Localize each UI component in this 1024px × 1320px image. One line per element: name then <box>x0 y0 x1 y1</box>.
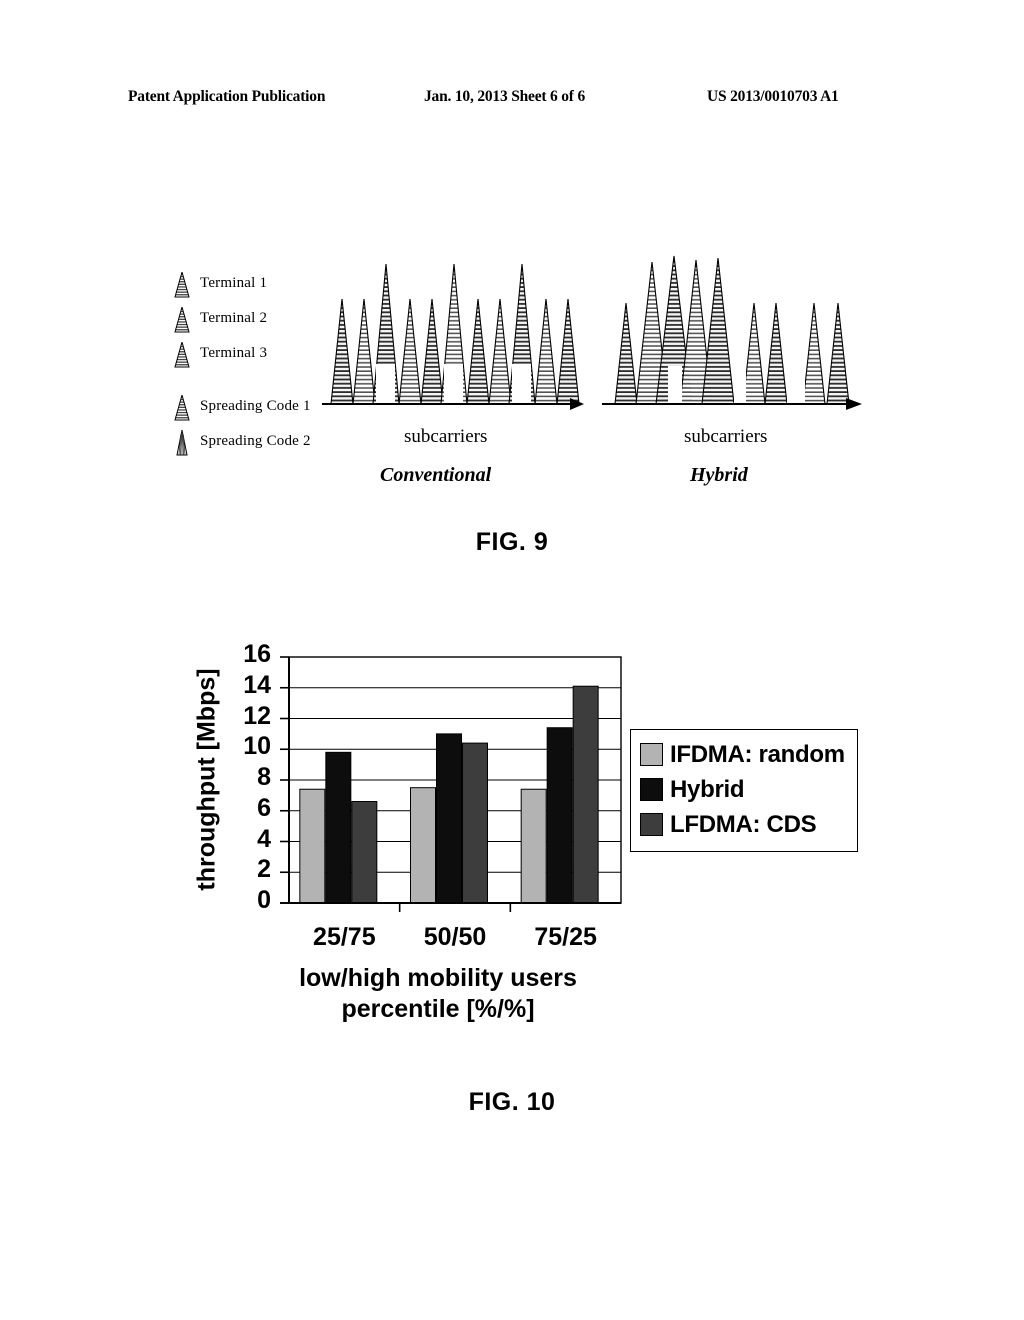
legend-swatch-icon <box>640 743 663 766</box>
legend-item-hybrid: Hybrid <box>640 772 848 807</box>
legend-label: LFDMA: CDS <box>670 810 817 838</box>
y-axis-tick-label: 2 <box>257 855 271 884</box>
y-axis-tick-label: 0 <box>257 886 271 914</box>
x-axis-tick-label: 75/25 <box>534 923 597 951</box>
y-axis-tick-label: 14 <box>243 670 271 699</box>
y-axis-tick-label: 4 <box>257 824 271 853</box>
x-axis-title-line-2: percentile [%/%] <box>341 994 535 1023</box>
x-axis-tick-label: 50/50 <box>423 923 487 951</box>
legend-item-lfdma-cds: LFDMA: CDS <box>640 807 848 842</box>
legend-item-ifdma-random: IFDMA: random <box>640 737 848 772</box>
y-axis-tick-label: 8 <box>257 763 271 791</box>
chart-legend: IFDMA: random Hybrid LFDMA: CDS <box>630 729 858 852</box>
x-axis-tick-label: 25/75 <box>313 923 376 951</box>
y-axis-tick-label: 10 <box>243 732 271 761</box>
legend-label: IFDMA: random <box>670 740 845 768</box>
legend-swatch-icon <box>640 813 663 836</box>
figure-10-caption: FIG. 10 <box>468 1088 556 1116</box>
chart-x-axis-title: low/high mobility users percentile [%/%] <box>248 963 628 1024</box>
y-axis-tick-label: 6 <box>257 793 271 822</box>
throughput-bar-chart <box>280 656 622 912</box>
legend-swatch-icon <box>640 778 663 801</box>
x-axis-title-line-1: low/high mobility users <box>299 964 577 992</box>
y-axis-tick-label: 12 <box>243 701 271 730</box>
y-axis-tick-label: 16 <box>243 640 271 668</box>
legend-label: Hybrid <box>670 775 745 803</box>
